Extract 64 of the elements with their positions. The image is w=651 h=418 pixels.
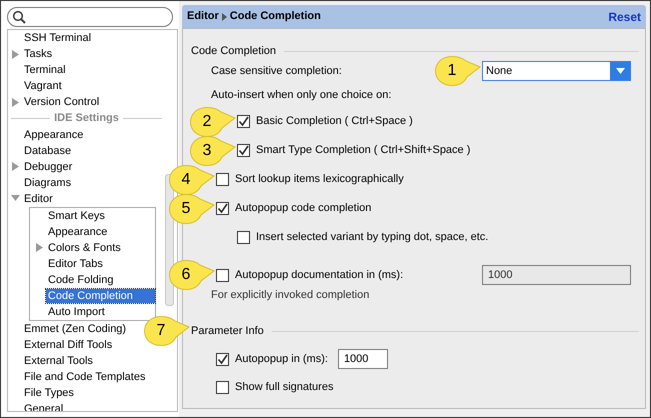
number-field[interactable]: 1000 [338, 349, 388, 369]
checkbox-label: Insert selected variant by typing dot, space, etc. [256, 230, 488, 246]
tree-item[interactable]: Code Completion [46, 288, 155, 302]
tree-item[interactable]: External Tools [22, 354, 95, 368]
breadcrumb-separator-icon [222, 12, 227, 20]
hint-text: For explicitly invoked completion [211, 288, 370, 303]
checkbox-label: Show full signatures [235, 380, 334, 396]
callout: 2 [190, 106, 236, 136]
section-title: Parameter Info [191, 324, 264, 337]
tree-item[interactable]: Tasks [22, 47, 54, 61]
callout: 5 [169, 194, 215, 224]
tree-item[interactable]: Vagrant [22, 79, 64, 93]
tree-item[interactable]: Smart Keys [46, 208, 107, 222]
field-label: Auto-insert when only one choice on: [211, 88, 392, 103]
tree-item[interactable]: Version Control [22, 95, 102, 109]
dropdown-arrow-icon[interactable] [616, 68, 624, 74]
tree-item[interactable]: Colors & Fonts [46, 240, 123, 254]
tree-item[interactable]: Code Folding [46, 272, 116, 286]
checkbox-label: Autopopup code completion [235, 201, 372, 216]
checkbox[interactable] [237, 231, 250, 244]
checkbox[interactable] [216, 352, 229, 366]
callout: 7 [144, 316, 190, 346]
tree-item[interactable]: File Types [22, 386, 76, 400]
checkbox[interactable] [216, 202, 229, 215]
checkbox[interactable] [216, 381, 229, 394]
breadcrumb: Code Completion [230, 9, 321, 24]
checkbox-label: Autopopup in (ms): [235, 352, 328, 367]
expand-arrow-icon[interactable] [11, 98, 20, 106]
search-icon [12, 10, 26, 24]
checkbox-label: Sort lookup items lexicographically [235, 172, 404, 188]
checkbox-label: Smart Type Completion ( Ctrl+Shift+Space ) [256, 143, 470, 158]
expand-arrow-icon[interactable] [11, 162, 20, 171]
checkbox-label: Autopopup documentation in (ms): [235, 268, 404, 283]
reset-link[interactable]: Reset [608, 8, 641, 26]
checkbox-label: Basic Completion ( Ctrl+Space ) [256, 114, 413, 130]
tree-item[interactable]: External Diff Tools [22, 338, 114, 352]
tree-item[interactable]: SSH Terminal [22, 31, 94, 45]
callout: 6 [169, 260, 215, 290]
tree-item[interactable]: Editor [22, 192, 55, 206]
tree-item[interactable]: Editor Tabs [46, 256, 105, 270]
tree-item[interactable]: Appearance [22, 128, 86, 142]
callout: 3 [190, 136, 236, 166]
section-heading: IDE Settings [54, 111, 119, 126]
callout: 1 [435, 56, 481, 86]
tree-item[interactable]: Emmet (Zen Coding) [22, 322, 128, 336]
tree-item[interactable]: Diagrams [22, 176, 74, 190]
checkbox[interactable] [237, 144, 250, 157]
tree-item[interactable]: Auto Import [46, 304, 107, 318]
search-field[interactable] [7, 7, 173, 27]
field-label: Case sensitive completion: [211, 64, 342, 77]
collapse-arrow-icon[interactable] [11, 194, 20, 203]
tree-item[interactable]: Appearance [46, 224, 110, 238]
tree-item[interactable]: Database [22, 144, 74, 158]
callout: 4 [169, 164, 215, 194]
expand-arrow-icon[interactable] [35, 243, 44, 252]
dropdown[interactable]: None [482, 61, 631, 81]
tree-item[interactable]: Terminal [22, 63, 68, 77]
tree-item[interactable]: Debugger [22, 160, 74, 174]
tree-item[interactable]: File and Code Templates [22, 370, 148, 384]
checkbox[interactable] [216, 173, 229, 186]
section-title: Code Completion [191, 44, 276, 57]
breadcrumb: Editor [187, 9, 219, 24]
checkbox[interactable] [237, 115, 250, 128]
expand-arrow-icon[interactable] [11, 50, 20, 58]
